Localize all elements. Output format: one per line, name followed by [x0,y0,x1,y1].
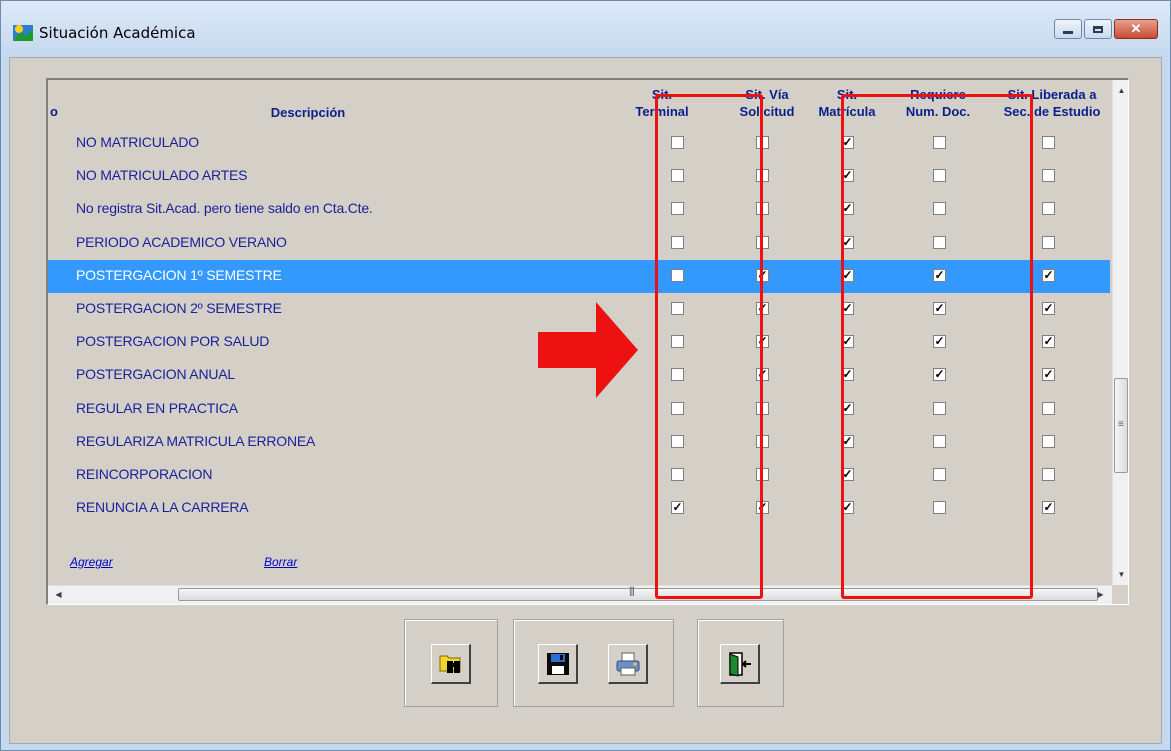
exit-door-icon [729,652,751,677]
column-header-description: Descripción [270,105,346,120]
red-arrow-icon [538,302,638,398]
row-description: NO MATRICULADO [76,134,199,150]
checkbox-sit-liberada[interactable] [1042,401,1055,415]
window-title: Situación Académica [39,24,196,42]
row-description: REGULARIZA MATRICULA ERRONEA [76,432,316,449]
scroll-right-icon[interactable]: ▶ [1092,586,1109,604]
scroll-up-icon[interactable]: ▲ [1113,82,1128,99]
close-button[interactable]: ✕ [1114,19,1158,39]
add-link[interactable]: Agregar [70,555,113,569]
row-description: REINCORPORACION [76,466,213,482]
minimize-icon [1063,31,1073,34]
checkbox-sit-liberada[interactable] [1042,235,1055,249]
row-description: No registra Sit.Acad. pero tiene saldo e… [76,200,373,217]
save-icon [547,653,569,675]
checkbox-sit-liberada[interactable] [1042,434,1055,448]
row-description: POSTERGACION POR SALUD [76,333,270,350]
window-controls: ✕ [1052,19,1158,39]
row-description: PERIODO ACADEMICO VERANO [76,233,287,250]
scroll-down-icon[interactable]: ▼ [1113,566,1128,583]
app-icon [13,25,33,41]
scroll-left-icon[interactable]: ◀ [50,586,67,604]
print-button[interactable] [608,644,648,684]
toolbar-group-exit [697,619,784,707]
search-button[interactable] [431,644,471,684]
highlight-box-terminal [655,94,763,599]
save-button[interactable] [538,644,578,684]
search-folder-icon [439,655,461,673]
minimize-button[interactable] [1054,19,1082,39]
toolbar-group-search [404,619,498,707]
checkbox-sit-liberada[interactable]: ✓ [1042,335,1055,349]
row-description: POSTERGACION 2º SEMESTRE [76,300,282,316]
highlight-box-matricula-doc [841,94,1033,599]
close-icon: ✕ [1130,21,1142,36]
checkbox-sit-liberada[interactable] [1042,136,1055,149]
grip-icon: ||| [629,586,635,597]
grip-icon: ≡ [1118,419,1124,430]
checkbox-sit-liberada[interactable] [1042,169,1055,183]
row-description: POSTERGACION ANUAL [76,366,235,383]
vertical-scroll-thumb[interactable]: ≡ [1114,378,1128,473]
toolbar-group-file [513,619,674,707]
checkbox-sit-liberada[interactable] [1042,202,1055,216]
maximize-icon [1093,25,1103,33]
vertical-scrollbar[interactable]: ▲ ≡ ▼ [1112,80,1128,585]
column-header-code: o [50,104,58,119]
row-description: NO MATRICULADO ARTES [76,167,248,184]
maximize-button[interactable] [1084,19,1112,39]
checkbox-sit-liberada[interactable] [1042,468,1055,481]
delete-link[interactable]: Borrar [264,555,297,569]
row-description: REGULAR EN PRACTICA [76,399,238,416]
checkbox-sit-liberada[interactable]: ✓ [1042,302,1055,315]
print-icon [616,652,640,676]
checkbox-sit-liberada[interactable]: ✓ [1042,501,1055,515]
checkbox-sit-liberada[interactable]: ✓ [1042,268,1055,282]
row-description: RENUNCIA A LA CARRERA [76,499,249,516]
row-description: POSTERGACION 1º SEMESTRE [76,266,282,283]
client-area: o Descripción Sit. Terminal Sit. Vía Sol… [9,57,1162,744]
exit-button[interactable] [720,644,760,684]
checkbox-sit-liberada[interactable]: ✓ [1042,368,1055,382]
title-bar: Situación Académica ✕ [1,1,1170,57]
app-window: Situación Académica ✕ o Descripción Sit.… [0,0,1171,751]
situation-grid: o Descripción Sit. Terminal Sit. Vía Sol… [46,78,1129,605]
